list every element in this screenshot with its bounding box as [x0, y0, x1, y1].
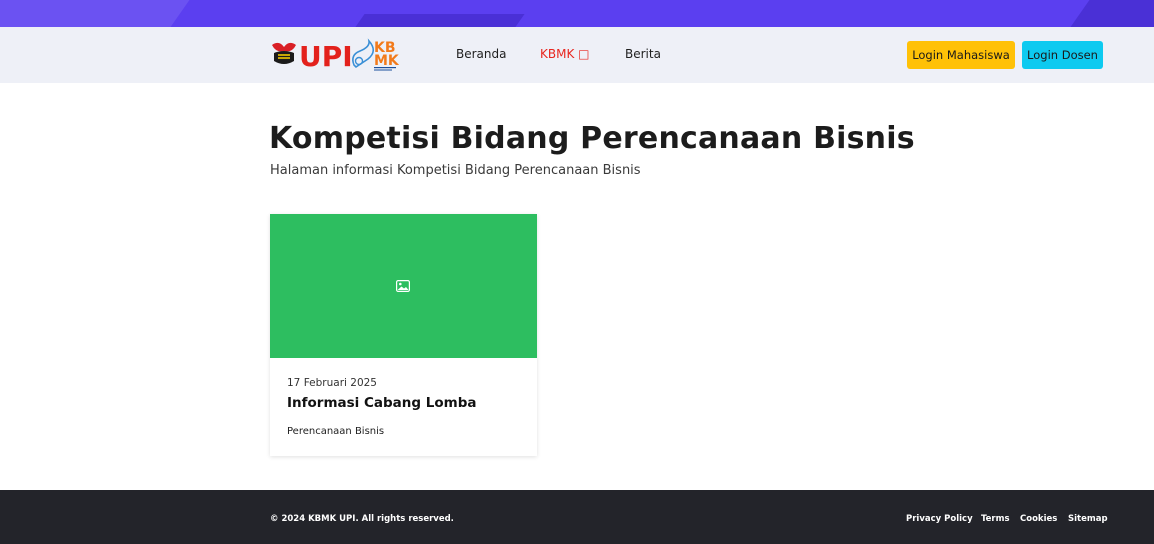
kbmk-swirl-icon	[352, 38, 375, 69]
banner-stripe	[355, 14, 525, 27]
footer-link-sitemap[interactable]: Sitemap	[1068, 514, 1108, 524]
svg-text:MK: MK	[374, 53, 400, 69]
image-icon	[396, 280, 410, 292]
login-dosen-button[interactable]: Login Dosen	[1022, 41, 1103, 69]
svg-text:UPI: UPI	[299, 40, 353, 73]
navbar: UPI KB MK Beranda KBMK □ Berita Login Ma…	[0, 27, 1154, 83]
banner-stripe	[0, 0, 190, 27]
page-subtitle: Halaman informasi Kompetisi Bidang Peren…	[270, 163, 641, 178]
banner-stripe	[1070, 0, 1154, 27]
card-date: 17 Februari 2025	[287, 377, 377, 389]
page-title: Kompetisi Bidang Perencanaan Bisnis	[269, 121, 915, 156]
kbmk-upi-logo[interactable]: UPI KB MK	[270, 37, 412, 73]
footer: © 2024 KBMK UPI. All rights reserved. Pr…	[0, 490, 1154, 544]
nav-item-berita[interactable]: Berita	[625, 47, 661, 61]
nav-item-beranda[interactable]: Beranda	[456, 47, 506, 61]
upi-emblem-icon	[272, 42, 296, 64]
news-card[interactable]: 17 Februari 2025 Informasi Cabang Lomba …	[270, 214, 537, 456]
footer-link-terms[interactable]: Terms	[981, 514, 1010, 524]
card-category: Perencanaan Bisnis	[287, 426, 385, 437]
footer-link-privacy[interactable]: Privacy Policy	[906, 514, 973, 524]
nav-item-kbmk[interactable]: KBMK □	[540, 47, 589, 61]
card-image[interactable]	[270, 214, 537, 358]
login-mahasiswa-button[interactable]: Login Mahasiswa	[907, 41, 1015, 69]
copyright-text: © 2024 KBMK UPI. All rights reserved.	[270, 514, 454, 524]
footer-link-cookies[interactable]: Cookies	[1020, 514, 1057, 524]
top-banner	[0, 0, 1154, 27]
card-title[interactable]: Informasi Cabang Lomba	[287, 395, 476, 411]
